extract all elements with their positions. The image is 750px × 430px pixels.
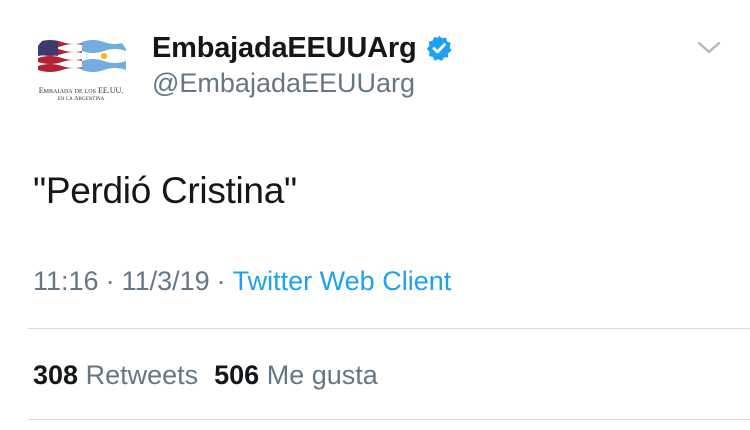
meta-separator: · bbox=[105, 266, 115, 296]
client-link[interactable]: Twitter Web Client bbox=[233, 266, 452, 296]
likes-count: 506 bbox=[214, 360, 260, 390]
divider bbox=[28, 419, 750, 420]
account-handle[interactable]: @EmbajadaEEUUarg bbox=[152, 68, 415, 99]
tweet-time[interactable]: 11:16 bbox=[33, 266, 99, 296]
retweets-count: 308 bbox=[33, 360, 79, 390]
divider bbox=[28, 328, 750, 329]
tweet-date[interactable]: 11/3/19 bbox=[122, 266, 210, 296]
likes-label: Me gusta bbox=[266, 360, 378, 390]
verified-badge-icon bbox=[425, 34, 453, 62]
avatar-caption-line2: en la Argentina bbox=[57, 95, 105, 103]
meta-separator: · bbox=[216, 266, 226, 296]
display-name[interactable]: EmbajadaEEUUArg bbox=[152, 32, 417, 65]
avatar[interactable]: Embajada de los EE.UU. en la Argentina bbox=[28, 24, 134, 130]
avatar-caption: Embajada de los EE.UU. en la Argentina bbox=[28, 86, 134, 103]
tweet-text: "Perdió Cristina" bbox=[33, 170, 297, 211]
name-row: EmbajadaEEUUArg bbox=[152, 30, 453, 66]
retweets-stat[interactable]: 308 Retweets bbox=[33, 360, 198, 390]
likes-stat[interactable]: 506 Me gusta bbox=[214, 360, 378, 390]
tweet-stats: 308 Retweets 506 Me gusta bbox=[33, 360, 378, 391]
avatar-caption-line1: Embajada de los EE.UU. bbox=[38, 86, 124, 95]
chevron-down-icon[interactable] bbox=[696, 38, 722, 58]
tweet-card: Embajada de los EE.UU. en la Argentina E… bbox=[0, 0, 750, 430]
tweet-meta: 11:16 · 11/3/19 · Twitter Web Client bbox=[33, 266, 451, 297]
embassy-logo-icon bbox=[38, 40, 126, 72]
retweets-label: Retweets bbox=[85, 360, 199, 390]
